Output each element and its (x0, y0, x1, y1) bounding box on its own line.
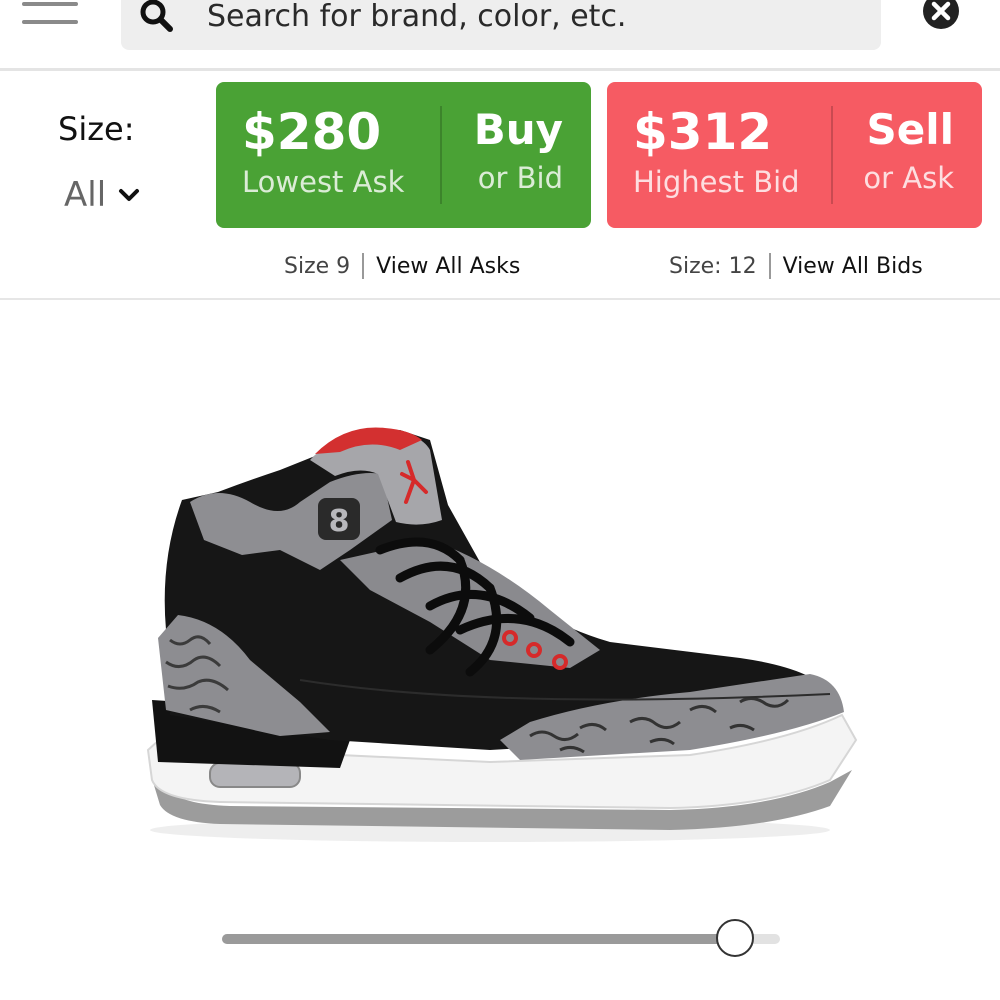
sell-or-ask-button[interactable]: $312 Highest Bid Sell or Ask (607, 82, 982, 228)
product-page: Size: All $280 Lowest Ask Buy or Bid $31… (0, 0, 1000, 1000)
meta-divider (362, 253, 365, 279)
panel-divider (831, 106, 833, 204)
section-divider (0, 298, 1000, 300)
sneaker-image: 8 (146, 427, 858, 842)
image-rotation-slider[interactable] (222, 918, 780, 960)
chevron-down-icon (119, 189, 140, 201)
top-bar (0, 0, 1000, 68)
buy-or-bid-button[interactable]: $280 Lowest Ask Buy or Bid (216, 82, 591, 228)
or-bid-label: or Bid (477, 161, 563, 195)
search-input[interactable] (207, 0, 847, 36)
search-box[interactable] (121, 0, 881, 50)
ask-meta-row: Size 9 View All Asks (284, 250, 520, 282)
lowest-ask-label: Lowest Ask (242, 165, 405, 199)
bid-size: Size: 12 (669, 253, 757, 279)
lowest-ask-price: $280 (242, 103, 382, 161)
view-all-bids-link[interactable]: View All Bids (783, 254, 923, 279)
sell-label: Sell (866, 105, 954, 154)
highest-bid-price: $312 (633, 103, 773, 161)
buy-label: Buy (473, 105, 563, 154)
slider-thumb[interactable] (716, 919, 755, 957)
panel-divider (440, 106, 442, 204)
size-dropdown-value: All (64, 175, 107, 215)
size-dropdown[interactable]: All (64, 172, 140, 218)
search-icon (140, 0, 173, 32)
ask-size: Size 9 (284, 253, 351, 279)
svg-text:8: 8 (329, 504, 350, 539)
top-divider (0, 68, 1000, 71)
or-ask-label: or Ask (863, 161, 954, 195)
size-label: Size: (58, 110, 135, 148)
slider-fill (222, 934, 736, 944)
hamburger-menu-icon[interactable] (22, 0, 78, 30)
highest-bid-label: Highest Bid (633, 165, 800, 199)
bid-meta-row: Size: 12 View All Bids (669, 250, 923, 282)
meta-divider (768, 253, 771, 279)
clear-search-icon[interactable] (922, 0, 960, 30)
view-all-asks-link[interactable]: View All Asks (376, 254, 520, 279)
